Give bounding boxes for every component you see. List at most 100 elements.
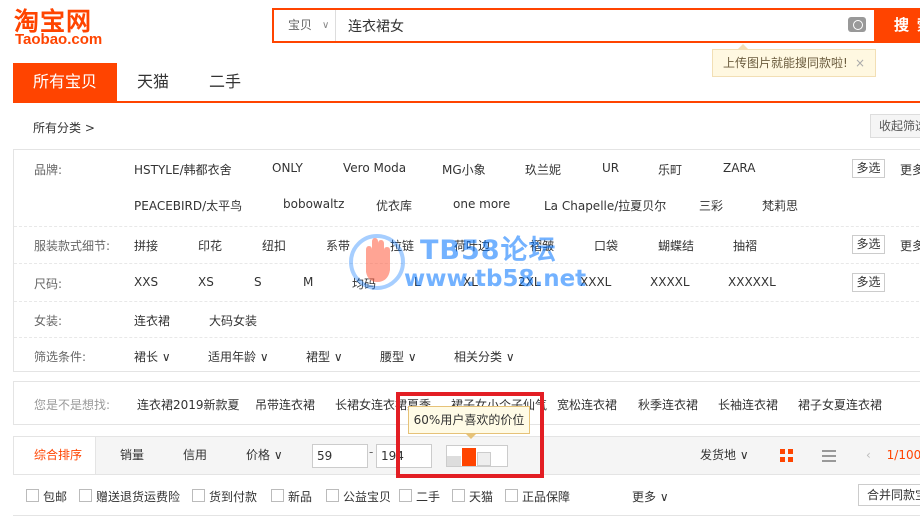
- brand-option[interactable]: La Chapelle/拉夏贝尔: [544, 197, 666, 214]
- condition-dropdown-label: 腰型: [380, 350, 405, 364]
- size-option[interactable]: S: [254, 275, 262, 289]
- tmall-checkbox[interactable]: 天猫: [452, 488, 493, 505]
- size-option[interactable]: XS: [198, 275, 214, 289]
- tab-secondhand[interactable]: 二手: [189, 63, 261, 101]
- price-min-input[interactable]: [312, 444, 368, 468]
- authentic-checkbox[interactable]: 正品保障: [505, 488, 570, 505]
- tab-all-items[interactable]: 所有宝贝: [13, 63, 117, 101]
- related-link[interactable]: 吊带连衣裙: [255, 396, 315, 413]
- condition-dropdown[interactable]: 裙长 ∨: [134, 348, 171, 365]
- size-label: 尺码:: [34, 277, 63, 291]
- more-filters-dropdown[interactable]: 更多 ∨: [632, 488, 669, 505]
- merge-same-items-button[interactable]: 合并同款宝贝: [858, 484, 920, 506]
- free-shipping-checkbox[interactable]: 包邮: [26, 488, 67, 505]
- style-option[interactable]: 口袋: [594, 237, 618, 254]
- sort-price[interactable]: 价格 ∨: [246, 437, 283, 474]
- size-option[interactable]: XXXXL: [650, 275, 690, 289]
- secondhand-checkbox[interactable]: 二手: [399, 488, 440, 505]
- search-input[interactable]: [348, 10, 828, 41]
- related-link[interactable]: 连衣裙2019新款夏: [137, 396, 240, 413]
- women-option[interactable]: 大码女装: [209, 312, 257, 329]
- related-label: 您是不是想找:: [34, 398, 111, 412]
- brand-option[interactable]: 优衣库: [376, 197, 412, 214]
- taobao-logo-subtitle[interactable]: Taobao.com: [15, 31, 102, 48]
- brand-row: 品牌: HSTYLE/韩都衣舍 ONLY Vero Moda MG小象 玖兰妮 …: [14, 150, 920, 227]
- conditions-row: 筛选条件: 裙长 ∨ 适用年龄 ∨ 裙型 ∨ 腰型 ∨ 相关分类 ∨: [14, 338, 920, 373]
- cash-on-delivery-checkbox[interactable]: 货到付款: [192, 488, 257, 505]
- style-option[interactable]: 印花: [198, 237, 222, 254]
- size-option[interactable]: M: [303, 275, 313, 289]
- size-option[interactable]: XXXXXL: [728, 275, 776, 289]
- search-button[interactable]: 搜索: [876, 8, 920, 43]
- watermark-title: TB58论坛: [420, 235, 557, 266]
- brand-option[interactable]: ZARA: [723, 161, 756, 175]
- sort-default[interactable]: 综合排序: [14, 437, 96, 474]
- condition-dropdown[interactable]: 腰型 ∨: [380, 348, 417, 365]
- condition-dropdown[interactable]: 裙型 ∨: [306, 348, 343, 365]
- condition-dropdown-label: 裙型: [306, 350, 331, 364]
- condition-dropdown-label: 相关分类: [454, 350, 503, 364]
- search-type-select[interactable]: 宝贝 ∨: [274, 10, 336, 41]
- brand-option[interactable]: 乐町: [658, 161, 682, 178]
- collapse-filters-button[interactable]: 收起筛选: [870, 114, 920, 138]
- brand-option[interactable]: MG小象: [442, 161, 486, 178]
- sort-sales[interactable]: 销量: [120, 437, 144, 474]
- charity-checkbox[interactable]: 公益宝贝: [326, 488, 391, 505]
- style-multi-select-button[interactable]: 多选: [852, 235, 885, 254]
- related-link[interactable]: 秋季连衣裙: [638, 396, 698, 413]
- price-preference-tooltip: 60%用户喜欢的价位: [408, 406, 530, 439]
- search-tabs: 所有宝贝 天猫 二手: [13, 63, 920, 103]
- brand-option[interactable]: bobowaltz: [283, 197, 344, 211]
- page-indicator: 1/100: [886, 448, 920, 462]
- condition-dropdown[interactable]: 相关分类 ∨: [454, 348, 515, 365]
- pager: ‹ 1/100: [866, 437, 920, 474]
- ship-from-label: 发货地: [700, 448, 737, 462]
- brand-option[interactable]: 玖兰妮: [525, 161, 561, 178]
- brand-label: 品牌:: [34, 163, 63, 177]
- sort-credit[interactable]: 信用: [183, 437, 207, 474]
- brand-option[interactable]: HSTYLE/韩都衣舍: [134, 161, 232, 178]
- list-view-icon[interactable]: [822, 449, 836, 463]
- brand-multi-select-button[interactable]: 多选: [852, 159, 885, 178]
- tab-tmall[interactable]: 天猫: [117, 63, 189, 101]
- grid-view-icon[interactable]: [780, 449, 794, 463]
- brand-more-button[interactable]: 更多: [900, 161, 920, 178]
- brand-option[interactable]: Vero Moda: [343, 161, 406, 175]
- style-option[interactable]: 系带: [326, 237, 350, 254]
- style-label: 服装款式细节:: [34, 239, 111, 253]
- brand-option[interactable]: one more: [453, 197, 510, 211]
- brand-option[interactable]: 梵莉思: [762, 197, 798, 214]
- new-items-checkbox[interactable]: 新品: [271, 488, 312, 505]
- price-dash: -: [369, 445, 374, 459]
- camera-icon[interactable]: [848, 17, 866, 32]
- related-link[interactable]: 裙子女夏连衣裙: [798, 396, 882, 413]
- related-link[interactable]: 长袖连衣裙: [718, 396, 778, 413]
- size-option[interactable]: XXS: [134, 275, 158, 289]
- brand-option[interactable]: PEACEBIRD/太平鸟: [134, 197, 242, 214]
- women-option[interactable]: 连衣裙: [134, 312, 170, 329]
- watermark-url: www.tb58.net: [404, 266, 587, 292]
- brand-option[interactable]: 三彩: [699, 197, 723, 214]
- chevron-down-icon: ∨: [322, 20, 330, 31]
- brand-option[interactable]: UR: [602, 161, 619, 175]
- style-option[interactable]: 蝴蝶结: [658, 237, 694, 254]
- quick-filters: 包邮 赠送退货运费险 货到付款 新品 公益宝贝 二手 天猫 正品保障 更多 ∨ …: [13, 476, 920, 516]
- condition-dropdown[interactable]: 适用年龄 ∨: [208, 348, 269, 365]
- women-row: 女装: 连衣裙 大码女装: [14, 302, 920, 338]
- more-filters-label: 更多: [632, 490, 657, 504]
- conditions-label: 筛选条件:: [34, 350, 87, 364]
- brand-option[interactable]: ONLY: [272, 161, 303, 175]
- breadcrumb[interactable]: 所有分类 >: [33, 119, 95, 136]
- style-more-button[interactable]: 更多: [900, 237, 920, 254]
- chevron-left-icon[interactable]: ‹: [866, 448, 871, 462]
- related-link[interactable]: 宽松连衣裙: [557, 396, 617, 413]
- style-option[interactable]: 纽扣: [262, 237, 286, 254]
- women-label: 女装:: [34, 314, 63, 328]
- search-bar: 宝贝 ∨: [272, 8, 876, 43]
- style-option[interactable]: 拼接: [134, 237, 158, 254]
- size-multi-select-button[interactable]: 多选: [852, 273, 885, 292]
- condition-dropdown-label: 适用年龄: [208, 350, 257, 364]
- ship-from-dropdown[interactable]: 发货地 ∨: [700, 437, 749, 474]
- style-option[interactable]: 抽褶: [733, 237, 757, 254]
- return-insurance-checkbox[interactable]: 赠送退货运费险: [79, 488, 180, 505]
